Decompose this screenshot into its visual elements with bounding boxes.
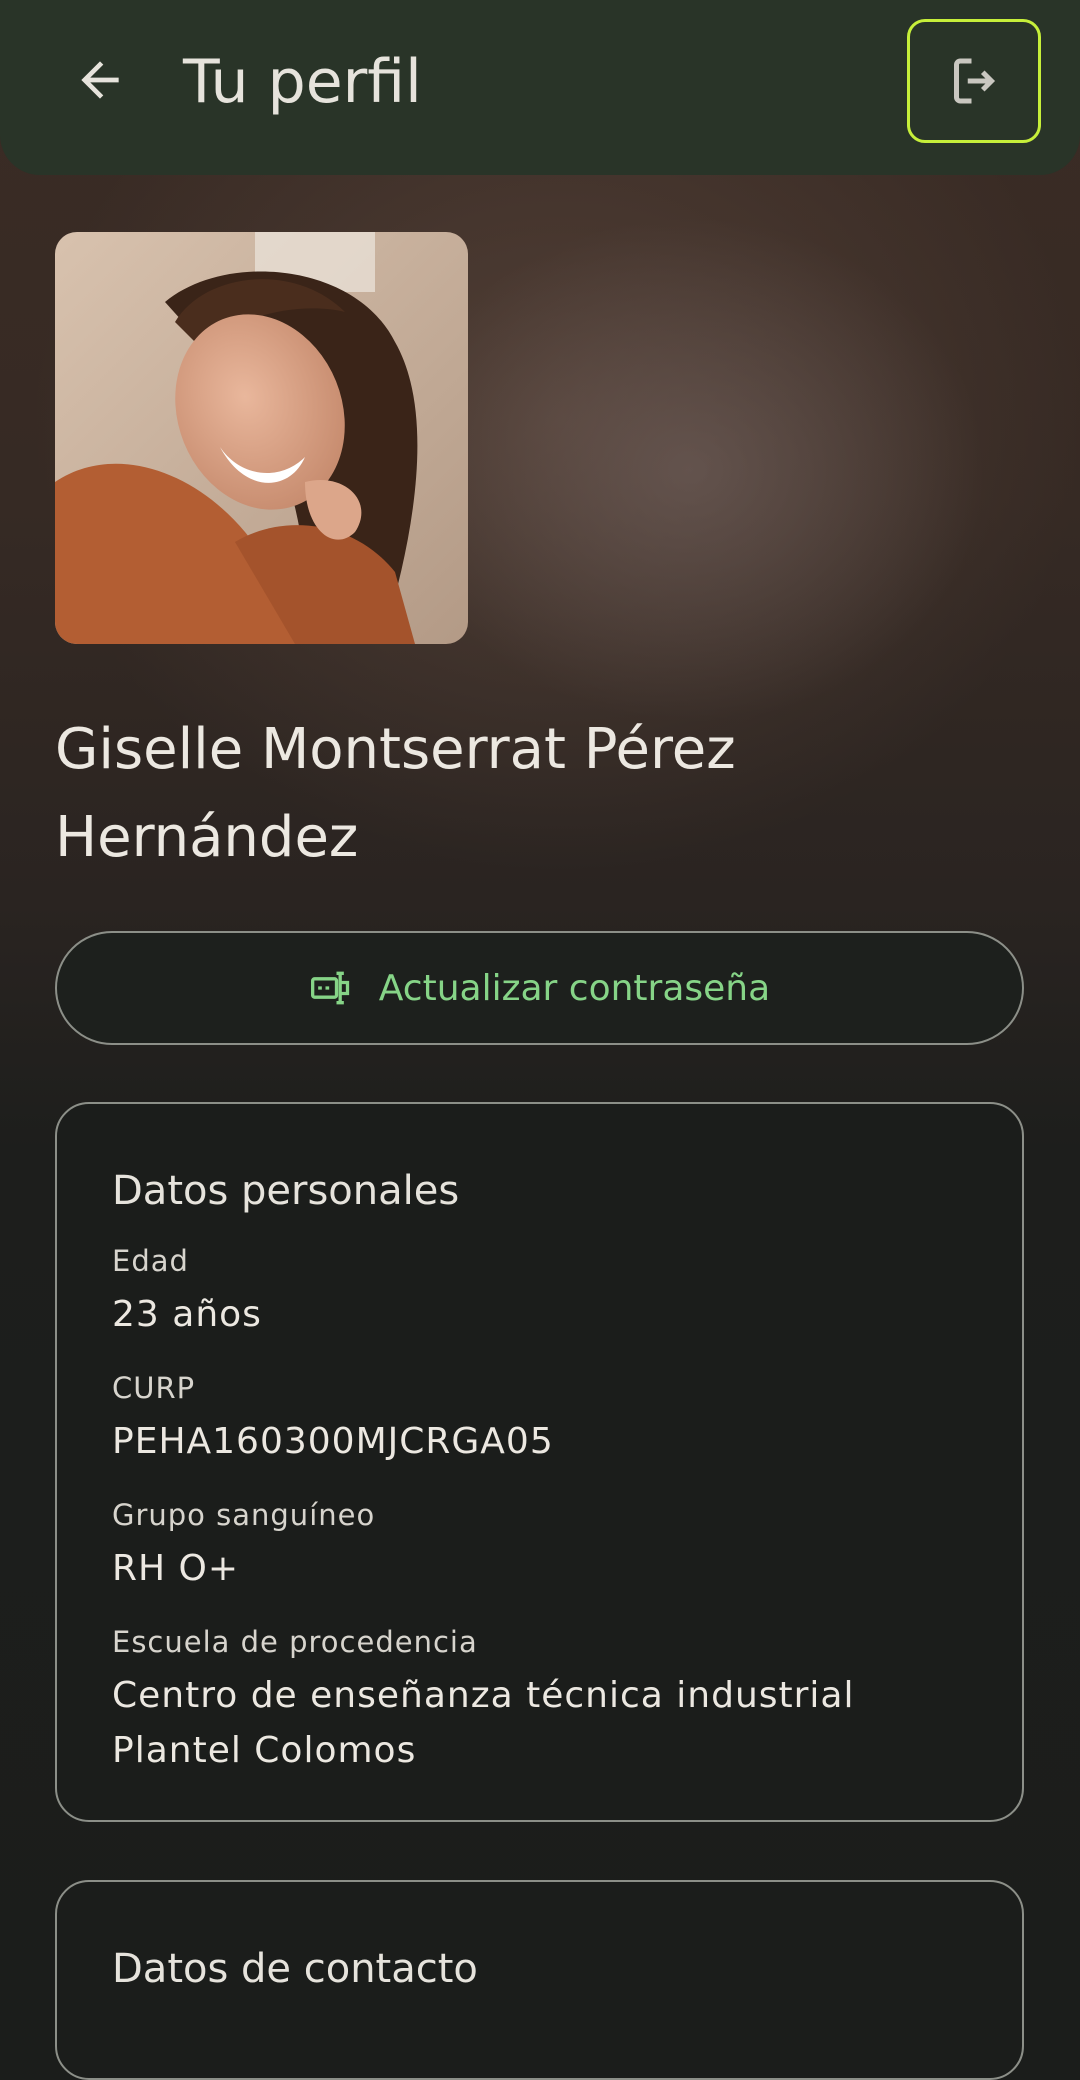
logout-button[interactable] xyxy=(907,19,1041,143)
blood-type-value: RH O+ xyxy=(112,1548,240,1589)
profile-photo xyxy=(55,232,468,644)
curp-label: CURP xyxy=(112,1371,196,1405)
curp-value: PEHA160300MJCRGA05 xyxy=(112,1421,554,1462)
school-label: Escuela de procedencia xyxy=(112,1625,478,1659)
personal-data-title: Datos personales xyxy=(112,1168,460,1214)
arrow-left-icon xyxy=(81,61,119,99)
contact-data-card: Datos de contacto xyxy=(55,1880,1024,2080)
top-app-bar: Tu perfil xyxy=(0,0,1080,175)
blood-type-label: Grupo sanguíneo xyxy=(112,1498,376,1532)
personal-data-card: Datos personales Edad 23 años CURP PEHA1… xyxy=(55,1102,1024,1822)
update-password-button[interactable]: Actualizar contraseña xyxy=(55,931,1024,1045)
school-value: Centro de enseñanza técnica industrial P… xyxy=(112,1675,855,1771)
password-icon xyxy=(310,971,349,1005)
age-value: 23 años xyxy=(112,1294,262,1335)
age-label: Edad xyxy=(112,1244,189,1278)
back-button[interactable] xyxy=(60,40,140,120)
logout-icon xyxy=(954,58,996,104)
contact-data-title: Datos de contacto xyxy=(112,1946,478,1992)
page-title: Tu perfil xyxy=(183,47,422,117)
update-password-label: Actualizar contraseña xyxy=(378,967,771,1009)
user-full-name: Giselle Montserrat Pérez Hernández xyxy=(55,717,736,870)
